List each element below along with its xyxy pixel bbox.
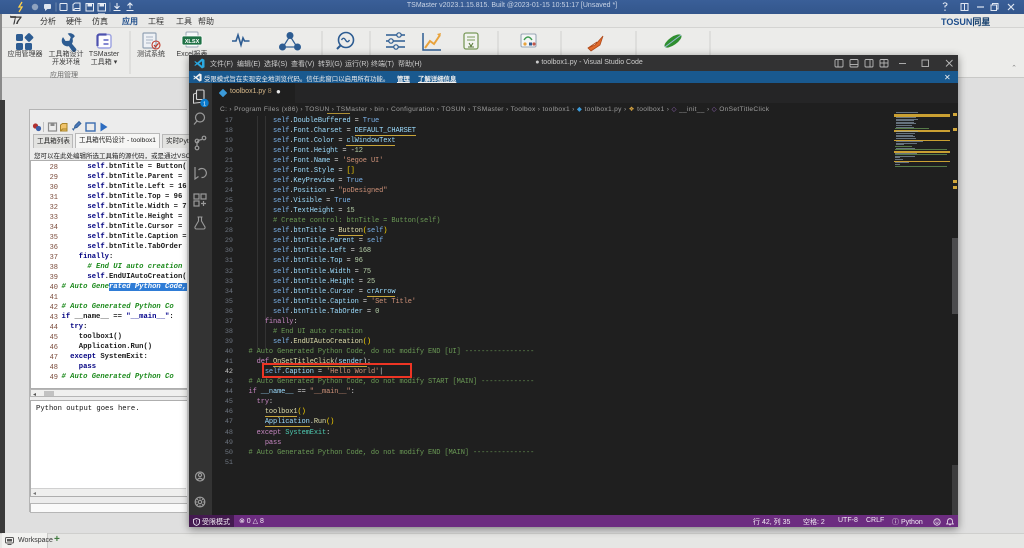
svg-text:XLSX: XLSX	[185, 39, 200, 45]
svg-text:1: 1	[203, 102, 206, 108]
svg-text:!: !	[196, 519, 197, 525]
